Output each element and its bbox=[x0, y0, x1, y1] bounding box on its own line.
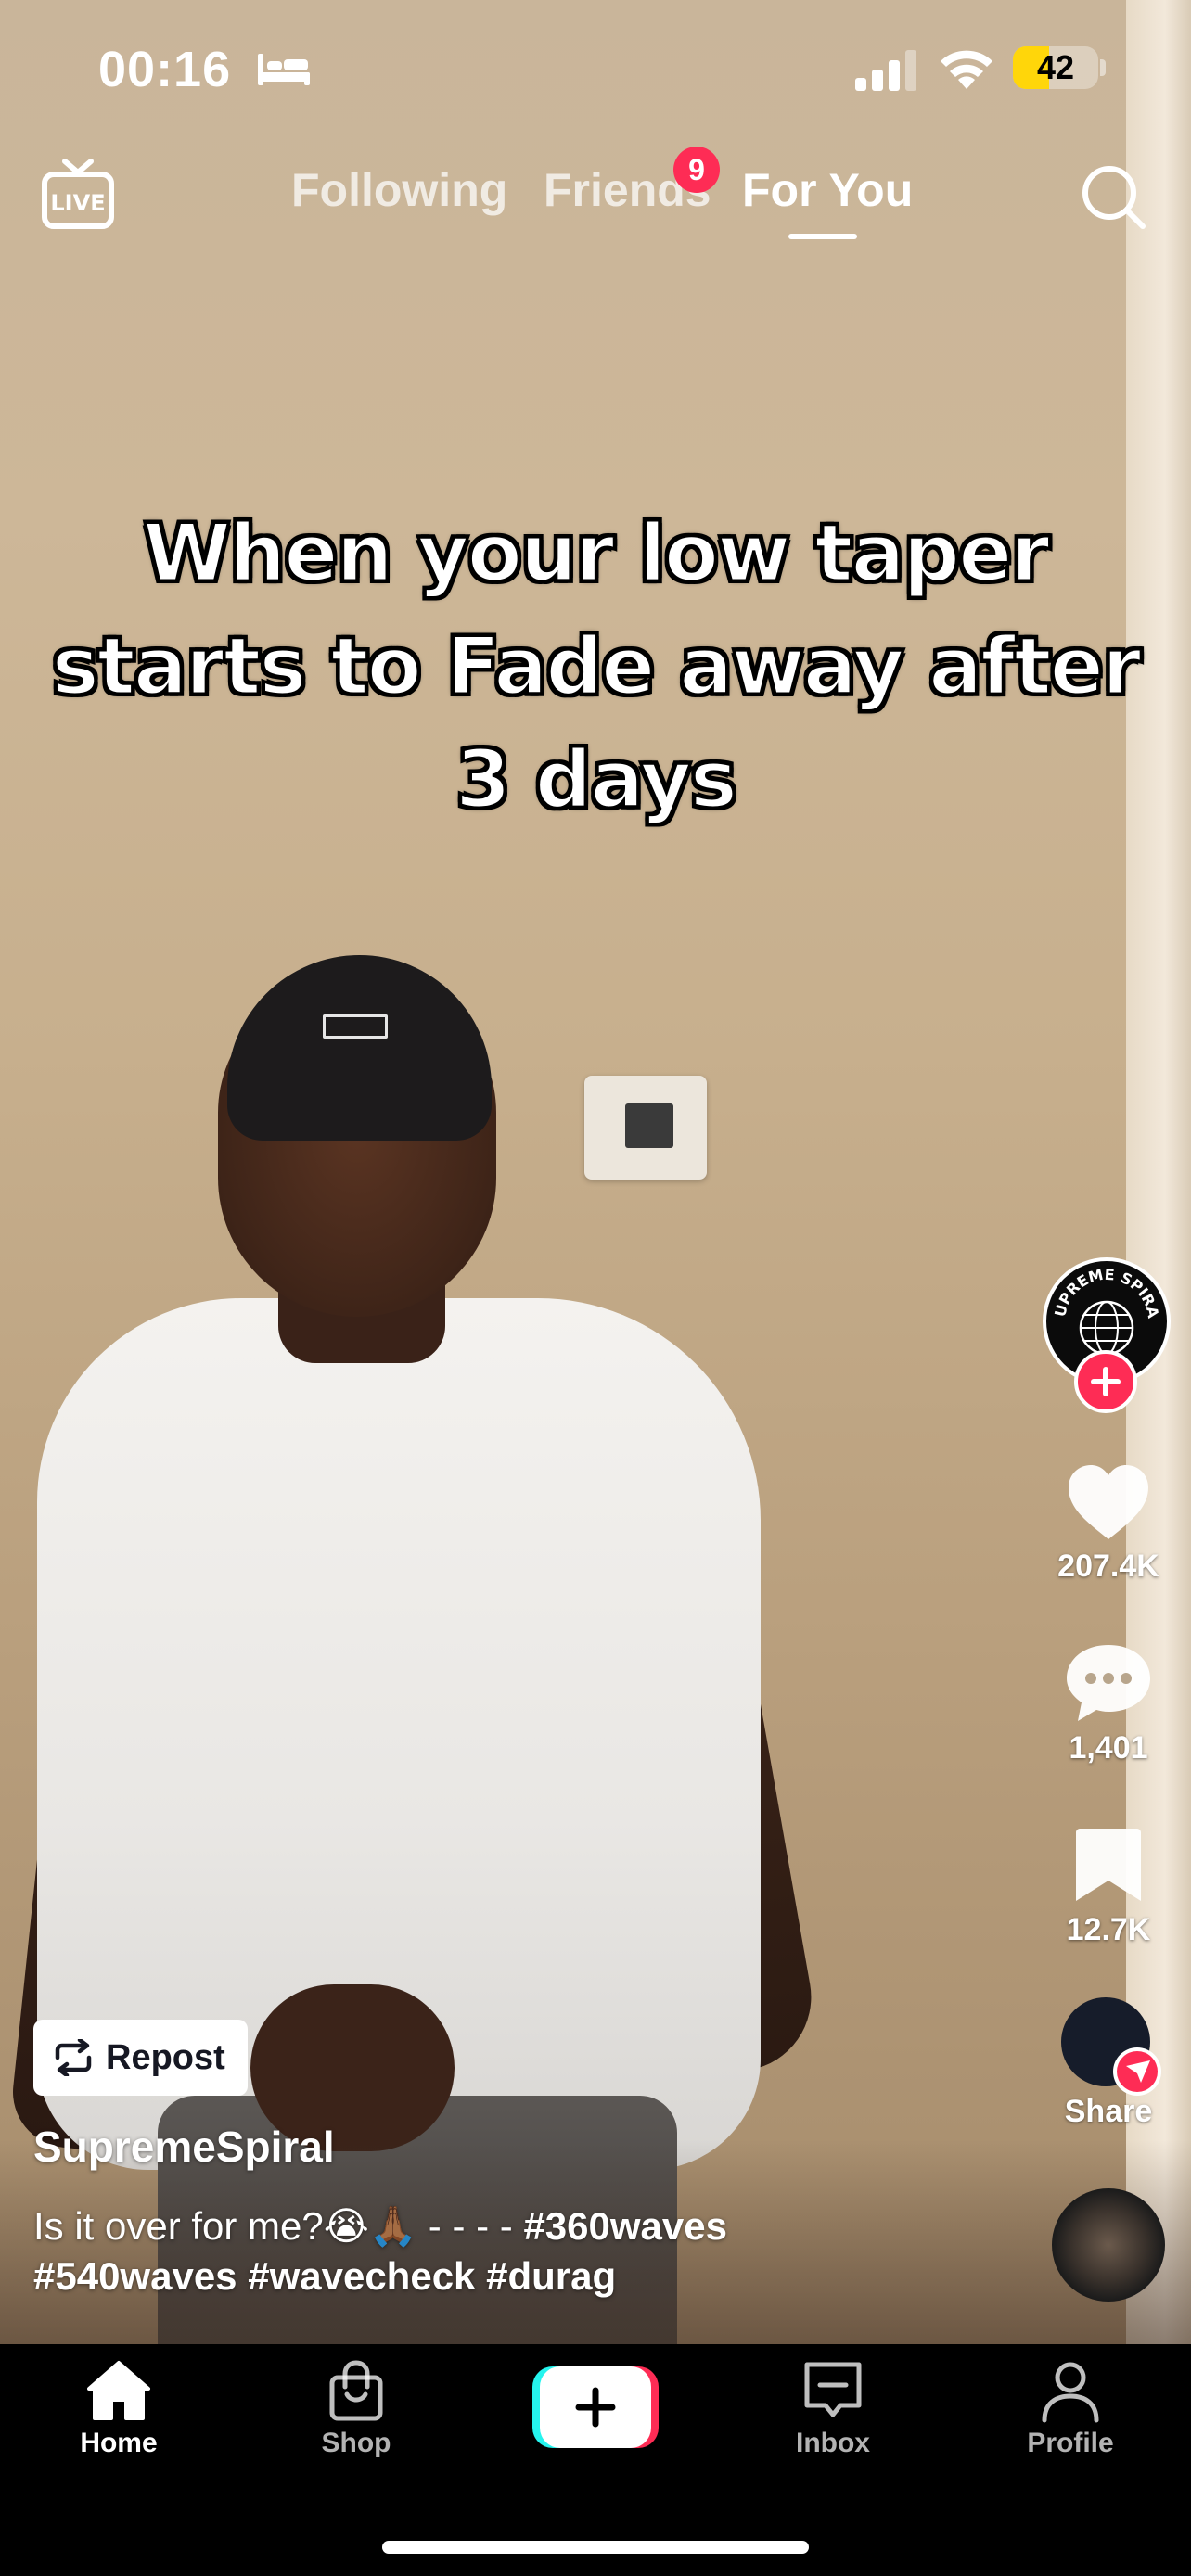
avatar-text: SUPREME SPIRAL bbox=[1046, 1261, 1162, 1320]
bookmark-icon[interactable] bbox=[1030, 1825, 1187, 1905]
hashtag-link[interactable]: #360waves bbox=[523, 2204, 727, 2248]
hashtag-link[interactable]: #durag bbox=[486, 2254, 616, 2298]
shopping-bag-icon bbox=[329, 2360, 383, 2421]
status-time: 00:16 bbox=[98, 42, 232, 97]
comment-count: 1,401 bbox=[1069, 1730, 1148, 1766]
caption-text: Is it over for me?😭🙏🏾 - - - - bbox=[33, 2204, 524, 2248]
active-tab-indicator bbox=[788, 234, 857, 239]
tab-profile[interactable]: Profile bbox=[996, 2359, 1145, 2459]
tab-home-label: Home bbox=[80, 2428, 158, 2458]
status-bar: 00:16 42 bbox=[0, 0, 1191, 139]
repost-button[interactable]: Repost bbox=[33, 2020, 248, 2096]
friends-notification-badge: 9 bbox=[673, 147, 720, 193]
hashtag-link[interactable]: #540waves bbox=[33, 2254, 237, 2298]
music-disc-icon[interactable] bbox=[1052, 2188, 1165, 2302]
battery-icon: 42 bbox=[1013, 46, 1098, 89]
live-label: LIVE bbox=[50, 190, 105, 216]
video-thermostat bbox=[584, 1076, 707, 1180]
tab-inbox[interactable]: Inbox bbox=[759, 2359, 907, 2459]
video-player[interactable]: When your low taper starts to Fade away … bbox=[0, 0, 1191, 2344]
like-count: 207.4K bbox=[1057, 1549, 1159, 1584]
home-indicator bbox=[382, 2541, 809, 2554]
hashtag-link[interactable]: #wavecheck bbox=[248, 2254, 475, 2298]
tab-following[interactable]: Following bbox=[291, 163, 507, 217]
profile-icon bbox=[1042, 2362, 1099, 2423]
share-label: Share bbox=[1064, 2094, 1153, 2129]
tab-home[interactable]: Home bbox=[45, 2359, 193, 2459]
tiktok-screen: When your low taper starts to Fade away … bbox=[0, 0, 1191, 2576]
tab-for-you[interactable]: For You bbox=[742, 163, 913, 217]
top-nav: LIVE Following Friends 9 For You bbox=[0, 139, 1191, 250]
wifi-icon bbox=[941, 50, 992, 89]
creator-username[interactable]: SupremeSpiral bbox=[33, 2122, 335, 2172]
battery-level: 42 bbox=[1036, 48, 1075, 86]
bed-icon bbox=[258, 54, 310, 85]
video-overlay-caption: When your low taper starts to Fade away … bbox=[50, 506, 1143, 828]
tab-inbox-label: Inbox bbox=[796, 2428, 870, 2458]
action-rail: SUPREME SPIRAL 207.4K 1,401 bbox=[1030, 1243, 1187, 2309]
search-icon[interactable] bbox=[1076, 159, 1150, 234]
signal-icon bbox=[855, 50, 916, 91]
video-caption: Is it over for me?😭🙏🏾 - - - - #360waves … bbox=[33, 2201, 961, 2302]
follow-plus-icon[interactable] bbox=[1074, 1350, 1137, 1413]
repost-label: Repost bbox=[106, 2037, 225, 2077]
tab-profile-label: Profile bbox=[1027, 2428, 1114, 2458]
tab-shop[interactable]: Shop bbox=[282, 2359, 430, 2459]
create-button[interactable] bbox=[532, 2366, 659, 2448]
heart-icon[interactable] bbox=[1030, 1463, 1187, 1543]
live-tv-icon[interactable]: LIVE bbox=[41, 158, 115, 232]
share-icon[interactable] bbox=[1030, 1994, 1187, 2096]
home-icon bbox=[87, 2361, 150, 2420]
plus-icon bbox=[575, 2387, 616, 2428]
tab-shop-label: Shop bbox=[321, 2428, 391, 2458]
inbox-icon bbox=[804, 2362, 862, 2417]
save-count: 12.7K bbox=[1066, 1912, 1151, 1947]
comment-icon[interactable] bbox=[1030, 1641, 1187, 1725]
repost-icon bbox=[55, 2039, 92, 2076]
svg-text:SUPREME SPIRAL: SUPREME SPIRAL bbox=[1046, 1261, 1162, 1320]
